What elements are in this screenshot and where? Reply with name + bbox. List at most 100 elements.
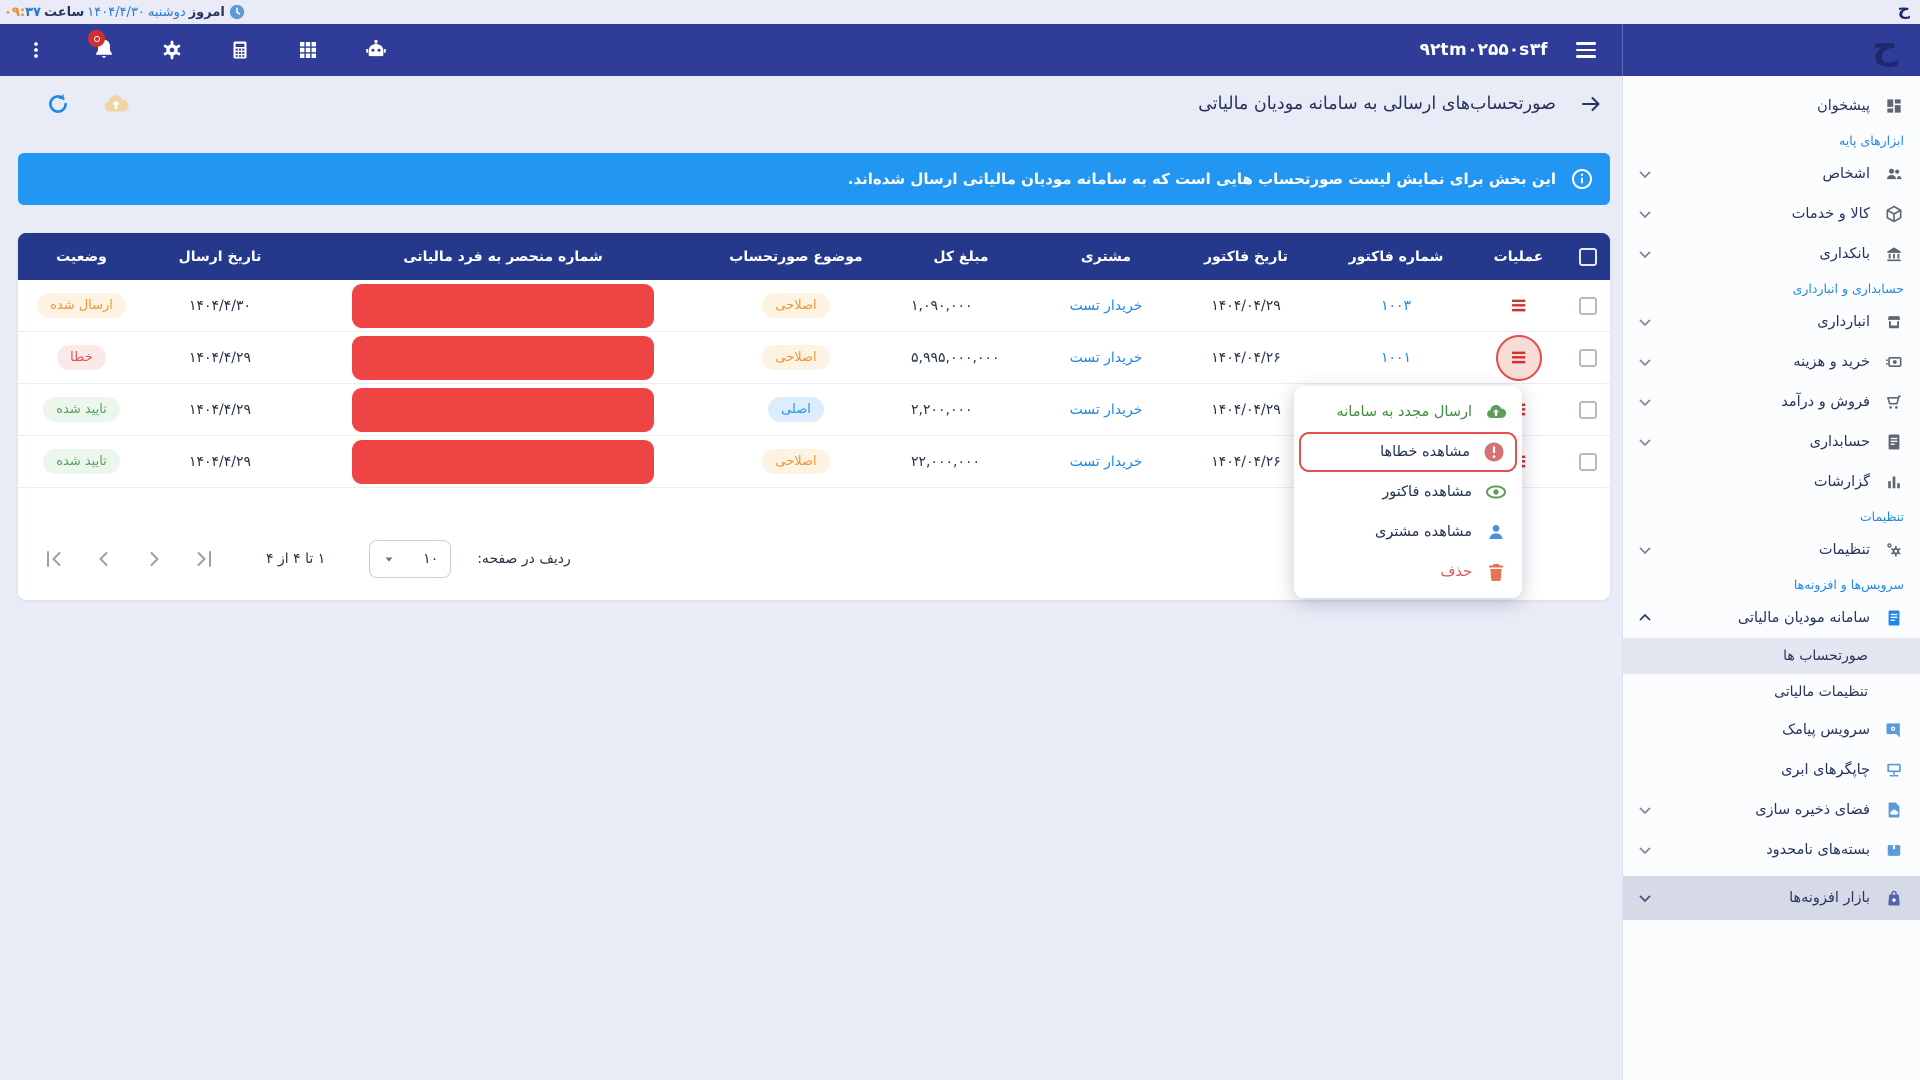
chevron-down-icon (1635, 432, 1655, 452)
status-badge: تایید شده (43, 449, 120, 474)
table-header-row: عملیات شماره فاکتور تاریخ فاکتور مشتری م… (18, 233, 1610, 280)
col-header-status: وضعیت (18, 249, 145, 265)
total-amount: ۲,۲۰۰,۰۰۰ (881, 402, 1041, 418)
kebab-menu-icon[interactable] (14, 28, 58, 72)
info-icon (1570, 167, 1594, 191)
cloud-upload-icon (1484, 400, 1508, 424)
app-bar: ۹۲tm۰۲۵۵۰s۳f ح (0, 24, 1920, 76)
previous-page-icon[interactable] (92, 547, 116, 571)
status-badge: ارسال شده (37, 293, 126, 318)
next-page-icon[interactable] (142, 547, 166, 571)
tax-unique-id-redacted (352, 284, 654, 328)
goods-box-icon (1882, 202, 1906, 226)
sidebar-item-unlimited-packages[interactable]: بسته‌های نامحدود (1623, 830, 1920, 870)
hamburger-menu-icon[interactable] (1564, 28, 1608, 72)
sidebar-item-cloud-printers[interactable]: چاپگرهای ابری (1623, 750, 1920, 790)
sidebar-item-banking[interactable]: بانکداری (1623, 234, 1920, 274)
chevron-down-icon (1635, 244, 1655, 264)
sidebar-item-goods-services[interactable]: کالا و خدمات (1623, 194, 1920, 234)
purchase-money-icon (1882, 350, 1906, 374)
sidebar-item-addons-market[interactable]: بازار افزونه‌ها (1623, 876, 1920, 920)
select-all-checkbox[interactable] (1579, 248, 1597, 266)
cloud-printer-icon (1882, 758, 1906, 782)
assistant-robot-icon[interactable] (354, 28, 398, 72)
chevron-down-icon (1635, 888, 1655, 908)
menu-item-view-invoice[interactable]: مشاهده فاکتور (1294, 472, 1522, 512)
sidebar-subitem-tax-settings[interactable]: تنظیمات مالیاتی (1623, 674, 1920, 710)
col-header-invoice-date: تاریخ فاکتور (1171, 249, 1321, 265)
customer-link[interactable]: خریدار تست (1070, 402, 1143, 418)
apps-grid-icon[interactable] (286, 28, 330, 72)
eye-icon (1484, 480, 1508, 504)
person-icon (1484, 520, 1508, 544)
warehouse-icon (1882, 310, 1906, 334)
menu-item-view-errors[interactable]: مشاهده خطاها (1299, 432, 1517, 472)
chevron-down-icon (1635, 164, 1655, 184)
notifications-bell-icon[interactable] (82, 28, 126, 72)
brand-logo-large: ح (1872, 26, 1898, 67)
settings-gear-icon[interactable] (150, 28, 194, 72)
accounting-doc-icon (1882, 430, 1906, 454)
info-banner: این بخش برای نمایش لیست صورتحساب هایی اس… (18, 153, 1610, 205)
sidebar-nav: پیشخوان ابزارهای پایه اشخاص کالا و خدمات… (1622, 76, 1920, 1080)
sidebar-item-warehousing[interactable]: انبارداری (1623, 302, 1920, 342)
rows-per-page-select[interactable]: ۱۰ (369, 540, 451, 578)
people-icon (1882, 162, 1906, 186)
subject-badge: اصلاحی (762, 345, 829, 370)
total-amount: ۱,۰۹۰,۰۰۰ (881, 298, 1041, 314)
sidebar-item-storage-space[interactable]: فضای ذخیره سازی (1623, 790, 1920, 830)
col-header-send-date: تاریخ ارسال (145, 249, 295, 265)
brand-logo-small: ح (1898, 0, 1910, 20)
col-header-customer: مشتری (1041, 249, 1171, 265)
pagination-range-text: ۱ تا ۴ از ۴ (266, 551, 325, 567)
calculator-icon[interactable] (218, 28, 262, 72)
customer-link[interactable]: خریدار تست (1070, 350, 1143, 366)
sidebar-item-sales-income[interactable]: فروش و درآمد (1623, 382, 1920, 422)
sidebar-item-accounting[interactable]: حسابداری (1623, 422, 1920, 462)
rows-per-page-value: ۱۰ (423, 551, 438, 567)
page-title-bar: صورتحساب‌های ارسالی به سامانه مودیان مال… (0, 76, 1622, 131)
chevron-down-icon (1635, 540, 1655, 560)
menu-item-view-customer[interactable]: مشاهده مشتری (1294, 512, 1522, 552)
table-row: ≡ ۱۰۰۳ ۱۴۰۴/۰۴/۲۹ خریدار تست ۱,۰۹۰,۰۰۰ ا… (18, 280, 1610, 332)
row-checkbox[interactable] (1579, 297, 1597, 315)
row-checkbox[interactable] (1579, 349, 1597, 367)
section-label-base-tools: ابزارهای پایه (1623, 126, 1920, 154)
refresh-button[interactable] (40, 86, 76, 122)
sidebar-item-reports[interactable]: گزارشات (1623, 462, 1920, 502)
last-page-icon[interactable] (192, 547, 216, 571)
customer-link[interactable]: خریدار تست (1070, 298, 1143, 314)
section-label-services-addons: سرویس‌ها و افزونه‌ها (1623, 570, 1920, 598)
row-actions-icon[interactable]: ≡ (1510, 293, 1528, 317)
info-banner-text: این بخش برای نمایش لیست صورتحساب هایی اس… (848, 170, 1556, 188)
clock-icon (228, 3, 246, 21)
row-actions-icon-active[interactable]: ≡ (1496, 335, 1542, 381)
error-exclamation-icon (1482, 440, 1506, 464)
cloud-upload-button[interactable] (98, 86, 134, 122)
chevron-down-icon (1635, 392, 1655, 412)
sidebar-item-dashboard[interactable]: پیشخوان (1623, 86, 1920, 126)
sidebar-item-settings[interactable]: تنظیمات (1623, 530, 1920, 570)
first-page-icon[interactable] (42, 547, 66, 571)
sidebar-item-sms-service[interactable]: سرویس پیامک (1623, 710, 1920, 750)
row-checkbox[interactable] (1579, 401, 1597, 419)
reports-chart-icon (1882, 470, 1906, 494)
chevron-up-icon (1635, 608, 1655, 628)
invoice-number-link[interactable]: ۱۰۰۱ (1381, 350, 1411, 366)
menu-item-resend-to-system[interactable]: ارسال مجدد به سامانه (1294, 392, 1522, 432)
table-row: ≡ ۱۰۰۱ ۱۴۰۴/۰۴/۲۶ خریدار تست ۵,۹۹۵,۰۰۰,۰… (18, 332, 1610, 384)
time-value: ۰۹:۳۷ (4, 5, 41, 20)
back-arrow-icon[interactable] (1574, 87, 1608, 121)
col-header-tax-unique-id: شماره منحصر به فرد مالیاتی (295, 249, 711, 265)
sidebar-item-tax-system[interactable]: سامانه مودیان مالیاتی (1623, 598, 1920, 638)
sidebar-item-purchase-expense[interactable]: خرید و هزینه (1623, 342, 1920, 382)
workspace-id[interactable]: ۹۲tm۰۲۵۵۰s۳f (1420, 40, 1548, 60)
sidebar-item-people[interactable]: اشخاص (1623, 154, 1920, 194)
customer-link[interactable]: خریدار تست (1070, 454, 1143, 470)
sidebar-subitem-invoices[interactable]: صورتحساب ها (1623, 638, 1920, 674)
section-label-accounting-warehousing: حسابداری و انبارداری (1623, 274, 1920, 302)
packages-icon (1882, 838, 1906, 862)
invoice-number-link[interactable]: ۱۰۰۳ (1381, 298, 1411, 314)
menu-item-delete[interactable]: حذف (1294, 552, 1522, 592)
row-checkbox[interactable] (1579, 453, 1597, 471)
